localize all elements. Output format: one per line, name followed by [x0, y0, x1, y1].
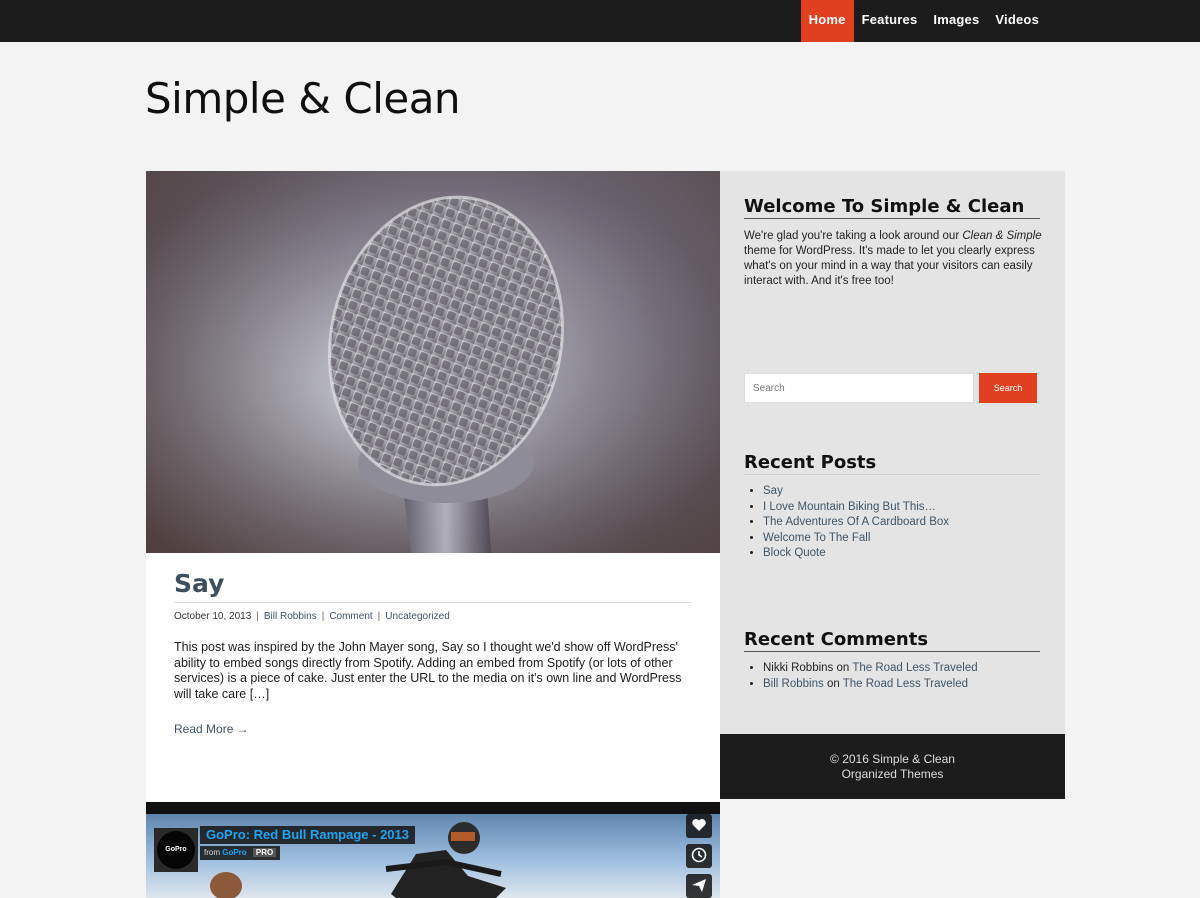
microphone-image [146, 171, 720, 553]
video-embed[interactable]: GoPro GoPro: Red Bull Rampage - 2013 fro… [146, 802, 720, 898]
list-item: Bill Robbins on The Road Less Traveled [763, 677, 1053, 693]
like-button[interactable] [686, 814, 712, 838]
video-thumbnail[interactable]: GoPro GoPro: Red Bull Rampage - 2013 fro… [146, 814, 720, 898]
comment-on: on [826, 677, 840, 690]
post-featured-image[interactable] [146, 171, 720, 553]
recent-comments-list: Nikki Robbins on The Road Less Traveled … [763, 661, 1053, 692]
search-button[interactable]: Search [979, 373, 1037, 403]
pro-badge: PRO [252, 848, 277, 857]
nav-item-videos[interactable]: Videos [987, 0, 1047, 42]
recent-post-link[interactable]: Say [763, 485, 783, 497]
search-input[interactable] [744, 373, 974, 403]
post-comment-link[interactable]: Comment [329, 611, 372, 622]
footer-copyright: © 2016 Simple & Clean [830, 752, 955, 766]
comment-post-link[interactable]: The Road Less Traveled [852, 662, 977, 674]
watch-later-button[interactable] [686, 844, 712, 868]
list-item: Say [763, 484, 1053, 500]
heart-icon [692, 819, 706, 831]
comment-author-link[interactable]: Bill Robbins [763, 678, 824, 690]
nav-item-home[interactable]: Home [800, 0, 854, 42]
meta-separator: | [256, 611, 259, 622]
recent-comments-title: Recent Comments [744, 629, 1040, 652]
post-author-link[interactable]: Bill Robbins [264, 611, 317, 622]
meta-separator: | [321, 611, 325, 622]
channel-logo-text: GoPro [157, 831, 195, 869]
footer-credit-link[interactable]: Organized Themes [720, 767, 1065, 782]
video-byline: from GoPro PRO [200, 846, 281, 860]
nav-item-images[interactable]: Images [925, 0, 987, 42]
welcome-widget-text: We're glad you're taking a look around o… [744, 230, 1042, 287]
sidebar: Welcome To Simple & Clean We're glad you… [720, 171, 1065, 734]
recent-post-link[interactable]: I Love Mountain Biking But This… [763, 501, 936, 513]
list-item: I Love Mountain Biking But This… [763, 500, 1053, 516]
post-date: October 10, 2013 [174, 611, 252, 622]
read-more-link[interactable]: Read More → [174, 722, 249, 736]
post-title[interactable]: Say [174, 569, 692, 603]
list-item: Nikki Robbins on The Road Less Traveled [763, 661, 1053, 677]
main-nav: Home Features Images Videos [800, 0, 1047, 42]
clock-icon [691, 847, 707, 863]
share-button[interactable] [686, 874, 712, 898]
top-nav-bar: Home Features Images Videos [0, 0, 1200, 42]
post-excerpt: This post was inspired by the John Mayer… [174, 640, 682, 701]
site-footer: © 2016 Simple & Clean Organized Themes [720, 734, 1065, 799]
comment-post-link[interactable]: The Road Less Traveled [843, 678, 968, 690]
recent-post-link[interactable]: The Adventures Of A Cardboard Box [763, 516, 949, 528]
post-meta: October 10, 2013 | Bill Robbins | Comment | Un… [174, 611, 692, 622]
nav-item-features[interactable]: Features [854, 0, 926, 42]
welcome-widget-title: Welcome To Simple & Clean [744, 196, 1040, 219]
post-category-link[interactable]: Uncategorized [385, 611, 449, 622]
list-item: Welcome To The Fall [763, 531, 1053, 547]
comment-on: on [836, 662, 850, 674]
comment-author: Nikki Robbins [763, 662, 834, 674]
channel-logo[interactable]: GoPro [154, 828, 198, 872]
post-card: Say October 10, 2013 | Bill Robbins | Commen… [146, 171, 720, 802]
byline-from: from [204, 848, 220, 857]
recent-post-link[interactable]: Block Quote [763, 547, 826, 559]
meta-separator: | [377, 611, 381, 622]
byline-channel-link[interactable]: GoPro [222, 848, 246, 857]
list-item: The Adventures Of A Cardboard Box [763, 515, 1053, 531]
list-item: Block Quote [763, 546, 1053, 562]
send-icon [692, 879, 706, 892]
recent-post-link[interactable]: Welcome To The Fall [763, 532, 870, 544]
recent-posts-list: Say I Love Mountain Biking But This… The… [763, 484, 1053, 562]
recent-posts-title: Recent Posts [744, 452, 1040, 475]
site-title[interactable]: Simple & Clean [145, 74, 461, 123]
post-body: Say October 10, 2013 | Bill Robbins | Commen… [174, 569, 692, 738]
video-title[interactable]: GoPro: Red Bull Rampage - 2013 [200, 826, 415, 844]
